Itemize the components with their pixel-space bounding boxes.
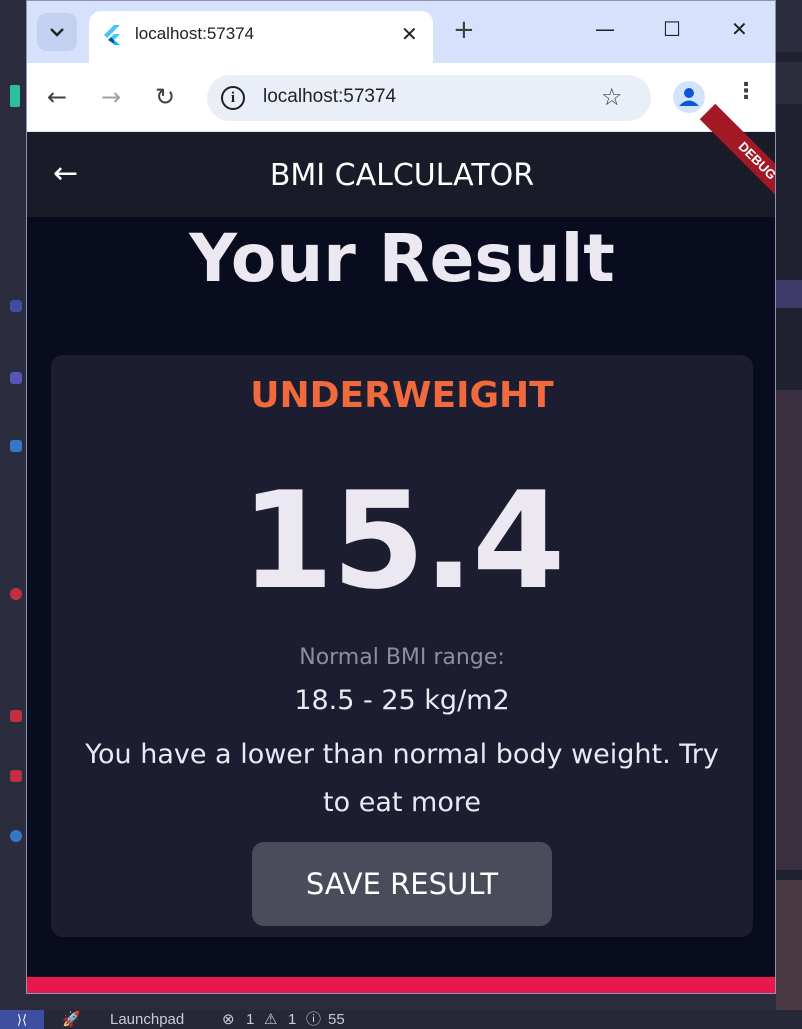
info-count: 55 [328,1011,345,1028]
background-left-strip [0,0,27,1010]
normal-range-label: Normal BMI range: [299,645,505,670]
editor-gutter-marker [10,830,22,842]
chevron-down-icon [50,28,64,37]
editor-gutter-marker [10,300,22,312]
forward-arrow-icon[interactable]: → [101,83,121,111]
bookmark-star-icon[interactable]: ☆ [601,83,623,111]
warning-count: 1 [288,1011,297,1028]
app-viewport: ← BMI CALCULATOR DEBUG Your Result UNDER… [27,103,775,993]
more-menu-icon[interactable]: ⋮ [735,79,757,104]
app-title: BMI CALCULATOR [269,158,535,193]
bmi-value: 15.4 [240,463,566,619]
reload-icon[interactable]: ↻ [155,83,175,111]
editor-gutter-marker [10,85,20,107]
background-band [776,390,802,870]
normal-range-value: 18.5 - 25 kg/m2 [294,685,510,716]
tab-title: localhost:57374 [135,24,255,43]
background-band [776,880,802,1010]
launchpad-label[interactable]: Launchpad [110,1010,184,1029]
page-title: Your Result [189,220,615,297]
bmi-advice: You have a lower than normal body weight… [85,739,719,818]
status-bar: ⟩⟨ 🚀 Launchpad ⊗ 1 ⚠ 1 ⓘ 55 [0,1010,802,1029]
background-band [776,280,802,308]
background-band [776,0,802,52]
tab-localhost[interactable]: localhost:57374 ✕ [89,11,433,63]
flutter-favicon-icon [104,25,120,45]
editor-gutter-marker [10,770,22,782]
editor-gutter-marker [10,588,22,600]
editor-gutter-marker [10,372,22,384]
address-url[interactable]: localhost:57374 [263,86,396,108]
window-close-button[interactable]: ✕ [731,17,748,41]
back-arrow-icon[interactable]: ← [47,83,67,111]
tab-close-icon[interactable]: ✕ [401,22,418,46]
editor-gutter-marker [10,440,22,452]
address-bar[interactable]: i localhost:57374 ☆ [207,75,651,121]
site-info-icon[interactable]: i [221,86,245,110]
browser-toolbar: ← → ↻ i localhost:57374 ☆ ⋮ [27,63,775,131]
info-icon[interactable]: ⓘ [306,1010,321,1029]
tab-strip: localhost:57374 ✕ + — ☐ ✕ [27,1,775,63]
bmi-category: UNDERWEIGHT [250,375,554,416]
editor-gutter-marker [10,710,22,722]
save-result-button[interactable]: SAVE RESULT [252,842,552,926]
maximize-button[interactable]: ☐ [663,17,681,41]
person-icon [679,88,699,106]
background-band [776,62,802,104]
new-tab-button[interactable]: + [453,15,475,45]
background-right-strip [776,0,802,1010]
error-count: 1 [246,1011,255,1028]
profile-avatar[interactable] [673,81,705,113]
error-icon[interactable]: ⊗ [222,1010,235,1029]
remote-indicator-icon[interactable]: ⟩⟨ [0,1010,44,1029]
tab-search-button[interactable] [37,13,77,51]
result-card: UNDERWEIGHT 15.4 Normal BMI range: 18.5 … [51,355,753,937]
minimize-button[interactable]: — [595,17,615,41]
bottom-accent-bar [27,977,775,993]
rocket-icon: 🚀 [62,1011,81,1028]
warning-icon[interactable]: ⚠ [264,1010,277,1029]
browser-window: localhost:57374 ✕ + — ☐ ✕ ← → ↻ i localh… [26,0,776,994]
app-bar: ← BMI CALCULATOR [27,132,775,217]
